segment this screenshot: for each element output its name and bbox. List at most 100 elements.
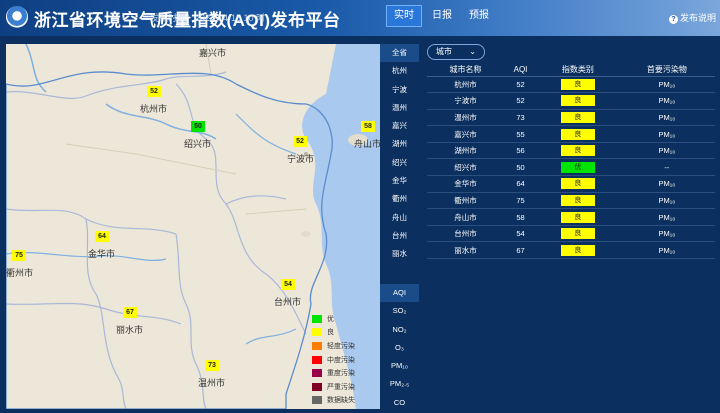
city-cell: 杭州市 <box>427 76 504 94</box>
table-row[interactable]: 丽水市 67 良 PM₁₀ <box>427 241 715 260</box>
level-badge: 良 <box>560 95 595 107</box>
legend-item: 优 <box>312 312 374 326</box>
pollutant-nav-item[interactable]: PM₁₀ <box>380 357 419 375</box>
level-badge: 良 <box>560 128 595 140</box>
table-header-row: 城市名称 AQI 指数类别 首要污染物 <box>427 64 715 77</box>
level-badge: 优 <box>560 161 595 173</box>
city-nav-item[interactable]: 衢州 <box>380 190 419 208</box>
map-city-label: 宁波市 <box>287 154 315 164</box>
table-row[interactable]: 衢州市 75 良 PM₁₀ <box>427 192 715 210</box>
pollutant-cell: PM₁₀ <box>618 76 715 94</box>
table-row[interactable]: 嘉兴市 55 良 PM₁₀ <box>427 125 715 143</box>
city-nav-item[interactable]: 温州 <box>380 99 419 117</box>
city-nav-item[interactable]: 全省 <box>380 44 419 63</box>
pollutant-cell: PM₁₀ <box>618 92 715 110</box>
aqi-cell: 50 <box>503 158 538 177</box>
city-nav-item[interactable]: 湖州 <box>380 135 419 153</box>
legend-label: 优 <box>327 315 334 323</box>
level-badge: 良 <box>560 211 595 223</box>
map-marker[interactable]: 52 <box>147 86 161 97</box>
legend-label: 中度污染 <box>327 356 355 364</box>
table-row[interactable]: 湖州市 56 良 PM₁₀ <box>427 142 715 160</box>
table-row[interactable]: 杭州市 52 良 PM₁₀ <box>427 76 715 94</box>
aqi-table-panel: 城市 ⌄ 城市名称 AQI 指数类别 首要污染物 杭州市 52 良 PM₁₀ 宁波市 52 良… <box>419 36 720 413</box>
tab-realtime[interactable]: 实时 <box>386 5 422 27</box>
city-cell: 舟山市 <box>427 208 504 226</box>
aqi-map[interactable]: 嘉兴市 52 杭州市 50 绍兴市 52 宁波市 58 舟山市 75 衢州市 6… <box>6 44 380 409</box>
table-row[interactable]: 舟山市 58 良 PM₁₀ <box>427 208 715 226</box>
city-cell: 金华市 <box>427 175 504 193</box>
city-nav-item[interactable]: 绍兴 <box>380 154 419 172</box>
map-marker[interactable]: 50 <box>191 121 205 132</box>
table-row[interactable]: 金华市 64 良 PM₁₀ <box>427 175 715 193</box>
legend-swatch <box>312 396 322 405</box>
city-nav-item[interactable]: 台州 <box>380 227 419 245</box>
legend-label: 数据缺失 <box>327 397 355 405</box>
level-cell: 良 <box>537 208 619 226</box>
pollutant-cell: PM₁₀ <box>618 192 715 210</box>
column-header: 首要污染物 <box>618 64 715 77</box>
city-cell: 嘉兴市 <box>427 125 504 143</box>
logo-icon <box>6 6 28 28</box>
legend-item: 轻度污染 <box>312 339 374 353</box>
pollutant-nav-item[interactable]: NO₂ <box>380 321 419 339</box>
pollutant-cell: PM₁₀ <box>618 175 715 193</box>
app-header: 浙江省环境空气质量指数(AQI)发布平台 发布时间：2024-04-15 10 … <box>0 0 720 36</box>
map-city-label: 嘉兴市 <box>199 48 227 58</box>
pollutant-cell: PM₁₀ <box>618 109 715 127</box>
question-icon: ? <box>668 15 678 24</box>
level-badge: 良 <box>560 145 595 157</box>
map-marker[interactable]: 75 <box>12 250 26 261</box>
map-marker[interactable]: 64 <box>95 231 109 242</box>
map-marker[interactable]: 58 <box>361 121 375 132</box>
pollutant-nav-item[interactable]: CO <box>380 394 419 412</box>
table-row[interactable]: 台州市 54 良 PM₁₀ <box>427 225 715 243</box>
city-cell: 湖州市 <box>427 142 504 160</box>
map-marker[interactable]: 52 <box>293 136 307 147</box>
city-nav-item[interactable]: 丽水 <box>380 245 419 263</box>
region-filter-dropdown[interactable]: 城市 ⌄ <box>427 44 485 60</box>
map-city-label: 金华市 <box>88 249 116 259</box>
legend-item: 严重污染 <box>312 380 374 394</box>
pollutant-nav-item[interactable]: O₃ <box>380 339 419 357</box>
city-cell: 衢州市 <box>427 192 504 210</box>
map-city-label: 杭州市 <box>140 104 168 114</box>
table-row[interactable]: 温州市 73 良 PM₁₀ <box>427 109 715 127</box>
level-cell: 良 <box>537 76 619 94</box>
legend-swatch <box>312 341 322 350</box>
legend-label: 严重污染 <box>327 383 355 391</box>
legend-label: 良 <box>327 329 334 337</box>
city-cell: 绍兴市 <box>427 158 504 177</box>
map-marker[interactable]: 54 <box>281 279 295 290</box>
level-cell: 良 <box>537 125 619 143</box>
aqi-cell: 54 <box>503 225 538 243</box>
level-cell: 良 <box>537 192 619 210</box>
tab-daily[interactable]: 日报 <box>425 5 459 27</box>
pollutant-nav-item[interactable]: PM₂.₅ <box>380 375 419 393</box>
map-marker[interactable]: 67 <box>123 307 137 318</box>
table-row[interactable]: 宁波市 52 良 PM₁₀ <box>427 92 715 110</box>
legend-swatch <box>312 382 322 391</box>
report-tabs: 实时 日报 预报 <box>386 5 496 27</box>
level-badge: 良 <box>560 111 595 123</box>
map-city-label: 丽水市 <box>116 325 144 335</box>
pollutant-nav-item[interactable]: SO₂ <box>380 302 419 320</box>
legend-swatch <box>312 355 322 364</box>
city-nav-item[interactable]: 杭州 <box>380 62 419 80</box>
legend-swatch <box>312 328 322 337</box>
legend-item: 数据缺失 <box>312 394 374 408</box>
city-cell: 宁波市 <box>427 92 504 110</box>
city-nav-item[interactable]: 嘉兴 <box>380 117 419 135</box>
city-nav-item[interactable]: 舟山 <box>380 209 419 227</box>
tab-forecast[interactable]: 预报 <box>462 5 496 27</box>
city-nav-item[interactable]: 宁波 <box>380 81 419 99</box>
aqi-cell: 64 <box>503 175 538 193</box>
map-marker[interactable]: 73 <box>205 360 219 371</box>
city-nav-item[interactable]: 金华 <box>380 172 419 190</box>
table-row[interactable]: 绍兴市 50 优 -- <box>427 158 715 177</box>
pollutant-nav-item[interactable]: AQI <box>380 284 419 303</box>
aqi-cell: 75 <box>503 192 538 210</box>
legend-item: 重度污染 <box>312 366 374 380</box>
help-link[interactable]: ? 发布说明 <box>668 11 716 24</box>
pollutant-cell: PM₁₀ <box>618 125 715 143</box>
